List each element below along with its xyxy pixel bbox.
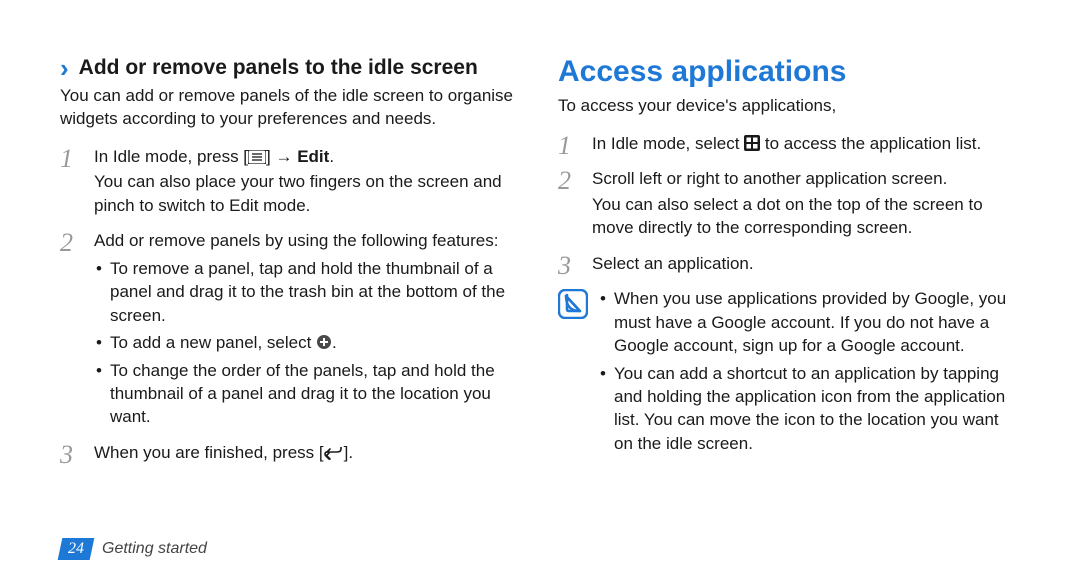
left-step-2: Add or remove panels by using the follow… <box>60 229 522 429</box>
left-step-1: In Idle mode, press [ ] → Edit. You can a… <box>60 145 522 217</box>
right-step-1: In Idle mode, select to access the appli… <box>558 132 1020 155</box>
bullet-add-after: . <box>332 333 337 352</box>
page-number: 24 <box>58 538 95 560</box>
right-intro: To access your device's applications, <box>558 95 1020 118</box>
step1-after: ] → <box>266 147 297 166</box>
note-bullet-1: When you use applications provided by Go… <box>598 287 1020 357</box>
left-subheading: › Add or remove panels to the idle scree… <box>60 55 522 81</box>
step1-bold: Edit <box>297 147 329 166</box>
add-circle-icon <box>316 334 332 350</box>
menu-icon <box>248 150 266 164</box>
rstep3-text: Select an application. <box>592 254 754 273</box>
note-icon <box>558 289 588 319</box>
rstep1-after: to access the application list. <box>760 134 981 153</box>
chevron-icon: › <box>60 55 69 81</box>
section-name: Getting started <box>102 540 207 558</box>
right-step-3: Select an application. <box>558 252 1020 275</box>
bullet-reorder-panel: To change the order of the panels, tap a… <box>94 359 522 429</box>
bullet-add-before: To add a new panel, select <box>110 333 316 352</box>
back-icon <box>324 446 344 460</box>
step3-before: When you are finished, press [ <box>94 443 324 462</box>
bullet-add-panel: To add a new panel, select . <box>94 331 522 354</box>
step2-text: Add or remove panels by using the follow… <box>94 231 498 250</box>
note-bullet-2: You can add a shortcut to an application… <box>598 362 1020 456</box>
apps-icon <box>744 135 760 151</box>
rstep2-extra: You can also select a dot on the top of … <box>592 193 1020 240</box>
step2-bullets: To remove a panel, tap and hold the thum… <box>94 257 522 429</box>
right-heading: Access applications <box>558 55 1020 89</box>
rstep2-text: Scroll left or right to another applicat… <box>592 169 947 188</box>
left-step-3: When you are finished, press []. <box>60 441 522 464</box>
left-heading-text: Add or remove panels to the idle screen <box>79 56 478 80</box>
right-steps: In Idle mode, select to access the appli… <box>558 132 1020 275</box>
rstep1-before: In Idle mode, select <box>592 134 744 153</box>
note-box: When you use applications provided by Go… <box>558 287 1020 459</box>
page-footer: 24 Getting started <box>60 538 207 560</box>
step1-before: In Idle mode, press [ <box>94 147 248 166</box>
left-column: › Add or remove panels to the idle scree… <box>60 55 522 476</box>
left-steps: In Idle mode, press [ ] → Edit. You can a… <box>60 145 522 464</box>
note-bullets: When you use applications provided by Go… <box>598 287 1020 459</box>
step1-extra: You can also place your two fingers on t… <box>94 170 522 217</box>
step1-period: . <box>329 147 334 166</box>
bullet-remove-panel: To remove a panel, tap and hold the thum… <box>94 257 522 327</box>
step3-after: ]. <box>344 443 353 462</box>
right-column: Access applications To access your devic… <box>558 55 1020 476</box>
right-step-2: Scroll left or right to another applicat… <box>558 167 1020 239</box>
left-intro: You can add or remove panels of the idle… <box>60 85 522 131</box>
